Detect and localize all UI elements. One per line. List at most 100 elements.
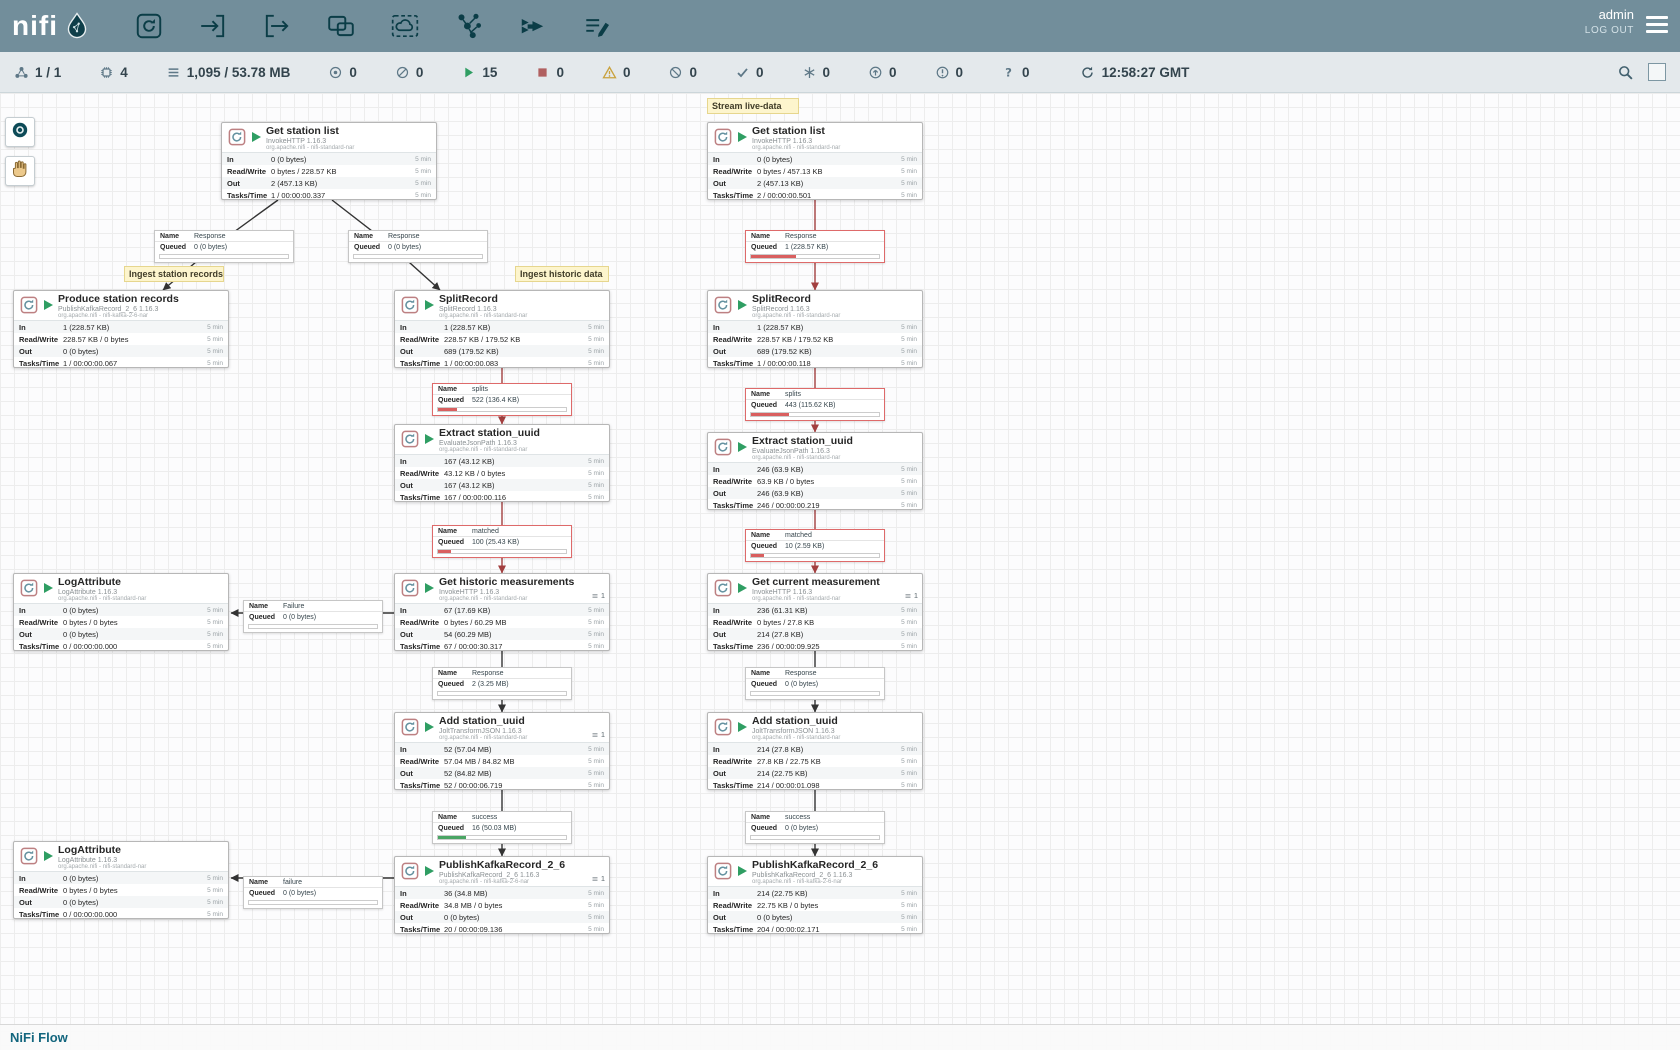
stat-value: 1 / 00:00:00.083 <box>444 359 588 368</box>
stat-row: Out689 (179.52 KB)5 min <box>395 345 609 357</box>
global-menu-button[interactable] <box>1646 16 1668 37</box>
connection-label-splits-live[interactable]: NamesplitsQueued443 (115.62 KB) <box>745 388 885 421</box>
stat-row: Tasks/Time1 / 00:00:00.3375 min <box>222 189 436 201</box>
connection-queued-value: 0 (0 bytes) <box>283 890 316 897</box>
processor-bundle: org.apache.nifi - nifi-standard-nar <box>58 596 225 602</box>
connection-label-success-live[interactable]: NamesuccessQueued0 (0 bytes) <box>745 811 885 844</box>
connection-label-response-to-produce[interactable]: NameResponseQueued0 (0 bytes) <box>154 230 294 263</box>
processor-icon <box>714 296 732 319</box>
search-icon[interactable] <box>1617 64 1634 81</box>
stat-window: 5 min <box>901 746 917 753</box>
processor-bundle: org.apache.nifi - nifi-standard-nar <box>752 596 919 602</box>
connection-queued-key: Queued <box>249 614 283 621</box>
refresh-status[interactable]: 12:58:27 GMT <box>1080 65 1190 80</box>
nifi-logo[interactable]: nifi <box>12 10 92 42</box>
processor-get-historic-measurements[interactable]: Get historic measurementsInvokeHTTP 1.16… <box>394 573 610 651</box>
brand-text: nifi <box>12 10 58 42</box>
stat-row: In1 (228.57 KB)5 min <box>708 321 922 333</box>
connection-queued-key: Queued <box>438 825 472 832</box>
connection-name-row: NameResponse <box>155 231 293 242</box>
status-running: 15 <box>461 65 497 80</box>
processor-splitrecord-ingest[interactable]: SplitRecordSplitRecord 1.16.3org.apache.… <box>394 290 610 368</box>
stat-row: In1 (228.57 KB)5 min <box>14 321 228 333</box>
processor-get-current-measurement[interactable]: Get current measurementInvokeHTTP 1.16.3… <box>707 573 923 651</box>
logout-link[interactable]: LOG OUT <box>1585 25 1634 36</box>
template-toolbar-icon[interactable] <box>518 11 548 41</box>
connection-name-key: Name <box>751 814 785 821</box>
stat-value: 1 (228.57 KB) <box>757 323 901 332</box>
connection-name-key: Name <box>751 233 785 240</box>
stat-row: Read/Write34.8 MB / 0 bytes5 min <box>395 899 609 911</box>
connection-label-matched-ingest[interactable]: NamematchedQueued100 (25.43 KB) <box>432 525 572 558</box>
status-running-value: 15 <box>482 65 497 80</box>
stat-window: 5 min <box>901 782 917 789</box>
stat-row: Read/Write0 bytes / 457.13 KB5 min <box>708 165 922 177</box>
connection-name-row: Namefailure <box>244 877 382 888</box>
status-stopped-value: 0 <box>556 65 564 80</box>
navigate-palette-button[interactable] <box>5 117 35 147</box>
connection-label-response-historic[interactable]: NameResponseQueued2 (3.25 MB) <box>432 667 572 700</box>
processor-stats: In236 (61.31 KB)5 minRead/Write0 bytes /… <box>708 603 922 650</box>
processor-extract-station-uuid-ingest[interactable]: Extract station_uuidEvaluateJsonPath 1.1… <box>394 424 610 502</box>
remote-process-group-toolbar-icon[interactable] <box>390 11 420 41</box>
funnel-toolbar-icon[interactable] <box>454 11 484 41</box>
connection-name-key: Name <box>751 532 785 539</box>
stat-row: Out54 (60.29 MB)5 min <box>395 628 609 640</box>
processor-get-station-list-live[interactable]: Get station listInvokeHTTP 1.16.3org.apa… <box>707 122 923 200</box>
connection-name-value: matched <box>472 528 499 535</box>
connection-label-failure-kafka[interactable]: NamefailureQueued0 (0 bytes) <box>243 876 383 909</box>
connection-queued-value: 522 (136.4 KB) <box>472 397 519 404</box>
label-toolbar-icon[interactable] <box>582 11 612 41</box>
processor-logattribute-kafka-failure[interactable]: LogAttributeLogAttribute 1.16.3org.apach… <box>13 841 229 919</box>
output-port-toolbar-icon[interactable] <box>262 11 292 41</box>
connection-queued-value: 10 (2.59 KB) <box>785 543 824 550</box>
flow-label[interactable]: Ingest historic data <box>515 266 609 282</box>
stat-label: Read/Write <box>400 335 444 344</box>
run-status-icon <box>252 132 261 142</box>
flow-label[interactable]: Ingest station records <box>124 266 224 282</box>
processor-type: JoltTransformJSON 1.16.3 <box>439 728 606 735</box>
connection-label-splits-ingest[interactable]: NamesplitsQueued522 (136.4 KB) <box>432 383 572 416</box>
connection-label-failure-historic[interactable]: NameFailureQueued0 (0 bytes) <box>243 600 383 633</box>
processor-publishkafka-live[interactable]: PublishKafkaRecord_2_6PublishKafkaRecord… <box>707 856 923 934</box>
processor-get-station-list-ingest[interactable]: Get station listInvokeHTTP 1.16.3org.apa… <box>221 122 437 200</box>
stat-window: 5 min <box>901 336 917 343</box>
stat-row: In0 (0 bytes)5 min <box>708 153 922 165</box>
processor-name: Add station_uuid <box>752 715 919 727</box>
backpressure-fill <box>751 554 764 557</box>
processor-logattribute-historic-failure[interactable]: LogAttributeLogAttribute 1.16.3org.apach… <box>13 573 229 651</box>
flow-label[interactable]: Stream live-data <box>707 98 799 114</box>
stat-value: 67 / 00:00:30.317 <box>444 642 588 651</box>
disabled-icon <box>668 65 683 80</box>
connection-name-key: Name <box>354 233 388 240</box>
stat-value: 34.8 MB / 0 bytes <box>444 901 588 910</box>
statusbar-right <box>1617 63 1666 81</box>
connection-queued-row: Queued10 (2.59 KB) <box>746 541 884 552</box>
processor-splitrecord-live[interactable]: SplitRecordSplitRecord 1.16.3org.apache.… <box>707 290 923 368</box>
stat-value: 167 / 00:00:00.116 <box>444 493 588 502</box>
connection-label-response-to-split-ingest[interactable]: NameResponseQueued0 (0 bytes) <box>348 230 488 263</box>
connection-name-row: Namesuccess <box>746 812 884 823</box>
connection-label-success-historic[interactable]: NamesuccessQueued16 (50.03 MB) <box>432 811 572 844</box>
operate-palette-button[interactable] <box>5 156 35 186</box>
process-group-toolbar-icon[interactable] <box>326 11 356 41</box>
connection-label-matched-live[interactable]: NamematchedQueued10 (2.59 KB) <box>745 529 885 562</box>
stat-window: 5 min <box>901 890 917 897</box>
processor-add-station-uuid-historic[interactable]: Add station_uuidJoltTransformJSON 1.16.3… <box>394 712 610 790</box>
connection-label-response-live[interactable]: NameResponseQueued1 (228.57 KB) <box>745 230 885 263</box>
processor-toolbar-icon[interactable] <box>134 11 164 41</box>
input-port-toolbar-icon[interactable] <box>198 11 228 41</box>
stat-label: Read/Write <box>713 335 757 344</box>
connection-queued-key: Queued <box>438 539 472 546</box>
connection-queued-value: 100 (25.43 KB) <box>472 539 519 546</box>
processor-extract-station-uuid-live[interactable]: Extract station_uuidEvaluateJsonPath 1.1… <box>707 432 923 510</box>
panel-toggle-button[interactable] <box>1648 63 1666 81</box>
processor-produce-station-records[interactable]: Produce station recordsPublishKafkaRecor… <box>13 290 229 368</box>
processor-publishkafka-historic[interactable]: PublishKafkaRecord_2_6PublishKafkaRecord… <box>394 856 610 934</box>
stat-row: Tasks/Time167 / 00:00:00.1165 min <box>395 491 609 503</box>
connection-label-response-current[interactable]: NameResponseQueued0 (0 bytes) <box>745 667 885 700</box>
breadcrumb-nifi-flow[interactable]: NiFi Flow <box>10 1030 68 1045</box>
backpressure-bar <box>437 835 567 840</box>
processor-add-station-uuid-live[interactable]: Add station_uuidJoltTransformJSON 1.16.3… <box>707 712 923 790</box>
status-locally-modified-stale: 0 <box>935 65 964 80</box>
